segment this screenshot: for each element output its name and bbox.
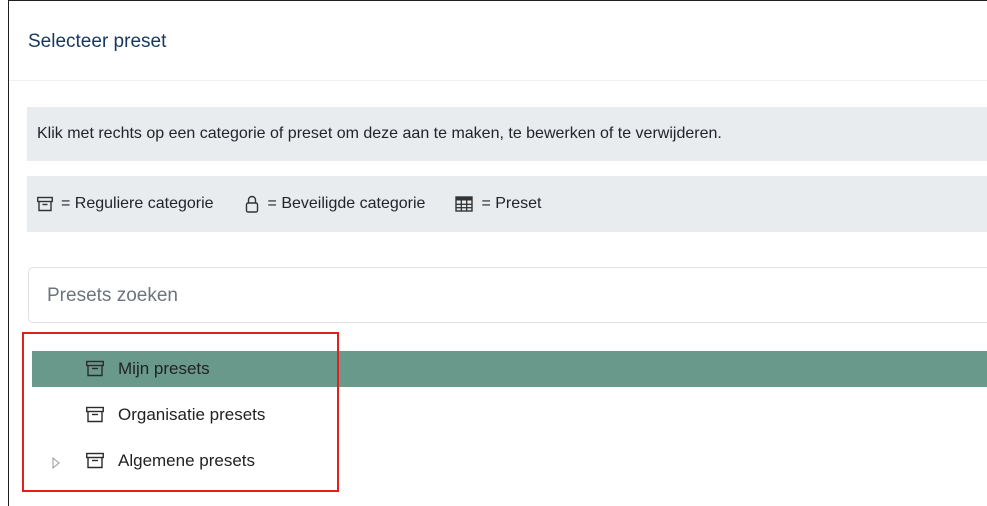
archive-icon [86,360,104,382]
expand-caret-icon[interactable] [52,454,60,474]
legend-item-preset: = Preset [455,195,541,213]
tree-item-mijn-presets[interactable]: Mijn presets [32,351,987,387]
info-bar: Klik met rechts op een categorie of pres… [27,107,987,161]
header-divider [9,80,987,81]
search-box [28,267,987,324]
legend-bar: = Reguliere categorie = Beveiligde categ… [27,176,987,232]
legend-label-regular: = Reguliere categorie [61,195,214,212]
tree-item-organisatie-presets[interactable]: Organisatie presets [32,397,987,433]
table-icon [455,196,474,212]
tree-item-label: Algemene presets [118,451,256,470]
tree-item-algemene-presets[interactable]: Algemene presets [32,443,987,479]
tree-item-label: Mijn presets [118,359,210,378]
legend-label-secured: = Beveiligde categorie [267,195,426,212]
legend-label-preset: = Preset [481,195,542,212]
archive-icon [86,406,104,428]
lock-icon [245,195,258,213]
legend-item-regular-category: = Reguliere categorie [37,195,214,213]
search-input[interactable] [29,268,949,324]
archive-icon [86,452,104,474]
dialog-title: Selecteer preset [28,31,167,52]
legend-item-secured-category: = Beveiligde categorie [244,195,426,213]
info-text: Klik met rechts op een categorie of pres… [37,125,722,142]
window-left-border [8,0,9,506]
archive-icon [37,196,53,212]
window-top-border [8,0,987,1]
tree-item-label: Organisatie presets [118,405,266,424]
